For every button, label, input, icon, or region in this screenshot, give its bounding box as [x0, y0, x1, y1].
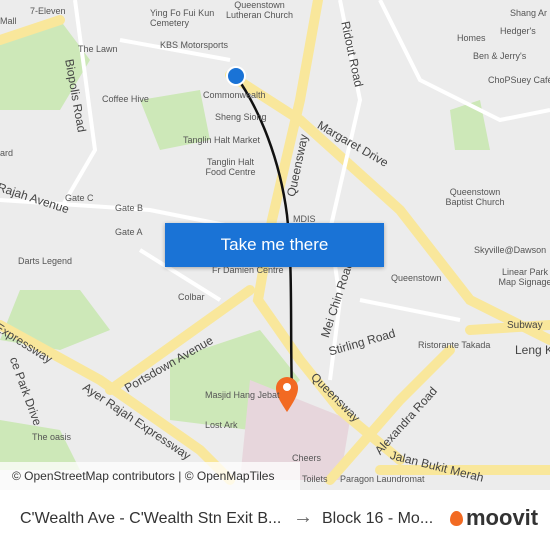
poi-label: Toilets [302, 474, 328, 484]
origin-name: C'Wealth Ave - C'Wealth Stn Exit B... [20, 510, 282, 527]
poi-label: Ying Fo Fui Kun Cemetery [150, 8, 215, 28]
poi-label: Darts Legend [18, 256, 73, 266]
poi-label: Queenstown [391, 273, 442, 283]
poi-label: Gate C [65, 193, 94, 203]
poi-label: KBS Motorsports [160, 40, 229, 50]
poi-label: Hedger's [500, 26, 536, 36]
poi-label: Homes [457, 33, 486, 43]
poi-label: Queenstown Lutheran Church [225, 0, 294, 20]
map[interactable]: 7-Eleven Ying Fo Fui Kun Cemetery Queens… [0, 0, 550, 490]
poi-label: Colbar [178, 292, 205, 302]
moovit-logo[interactable]: moovit [450, 505, 538, 531]
poi-label: Coffee Hive [102, 94, 149, 104]
poi-label: ard [0, 148, 14, 158]
poi-label: Ristorante Takada [418, 340, 491, 350]
poi-label: Masjid Hang Jebat [205, 390, 280, 400]
poi-label: Shang Ar [510, 8, 548, 18]
poi-label: Mall [0, 16, 17, 26]
destination-name: Block 16 - Mo... [322, 510, 434, 527]
poi-label: The Lawn [78, 44, 118, 54]
road-label: Subway [507, 320, 543, 331]
poi-label: Gate A [115, 227, 143, 237]
poi-label: Commonwealth [203, 90, 266, 100]
brand-name: moovit [466, 505, 539, 530]
poi-label: Paragon Laundromat [340, 474, 425, 484]
take-me-there-button[interactable]: Take me there [165, 223, 384, 267]
poi-label: Tanglin Halt Market [183, 135, 261, 145]
poi-label: Ben & Jerry's [473, 51, 527, 61]
origin-marker [226, 66, 246, 86]
arrow-right-icon: → [293, 506, 313, 528]
poi-label: The oasis [32, 432, 72, 442]
poi-label: Linear Park Map Signage [498, 267, 550, 287]
moovit-pin-icon [450, 510, 463, 526]
poi-label: Skyville@Dawson [474, 245, 547, 255]
poi-label: Gate B [115, 203, 144, 213]
poi-label: ChoPSuey Café [488, 75, 550, 85]
poi-label: Queenstown Baptist Church [445, 187, 505, 207]
poi-label: 7-Eleven [30, 6, 66, 16]
poi-label: Sheng Siong [215, 112, 267, 122]
footer: C'Wealth Ave - C'Wealth Stn Exit B... → … [0, 490, 550, 550]
poi-label: Tanglin Halt Food Centre [205, 157, 256, 177]
road-label: Leng Kee [515, 343, 550, 357]
poi-label: Lost Ark [205, 420, 238, 430]
map-attribution[interactable]: © OpenStreetMap contributors | © OpenMap… [0, 462, 300, 490]
